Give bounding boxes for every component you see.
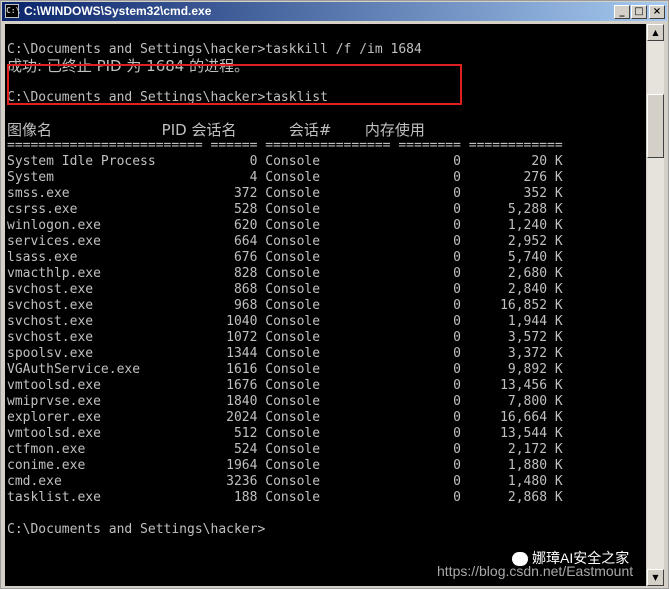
console-line: explorer.exe 2024 Console 0 16,664 K [7, 410, 563, 425]
cmd-icon[interactable]: C:\ [5, 4, 20, 18]
vertical-scrollbar[interactable]: ▲ ▼ [647, 24, 664, 586]
console-line: svchost.exe 1072 Console 0 3,572 K [7, 330, 563, 345]
console-line: csrss.exe 528 Console 0 5,288 K [7, 202, 563, 217]
console-line: svchost.exe 1040 Console 0 1,944 K [7, 314, 563, 329]
console-line: C:\Documents and Settings\hacker>tasklis… [7, 90, 328, 105]
console-line: spoolsv.exe 1344 Console 0 3,372 K [7, 346, 563, 361]
console-line: ctfmon.exe 524 Console 0 2,172 K [7, 442, 563, 457]
console-line: cmd.exe 3236 Console 0 1,480 K [7, 474, 563, 489]
console-line: ========================= ====== =======… [7, 138, 563, 153]
cmd-window: C:\ C:\WINDOWS\System32\cmd.exe _ □ × C:… [0, 0, 669, 589]
console-line: wmiprvse.exe 1840 Console 0 7,800 K [7, 394, 563, 409]
window-title: C:\WINDOWS\System32\cmd.exe [24, 4, 212, 18]
console-line: tasklist.exe 188 Console 0 2,868 K [7, 490, 563, 505]
scroll-down-button[interactable]: ▼ [647, 569, 664, 586]
console-line: winlogon.exe 620 Console 0 1,240 K [7, 218, 563, 233]
scroll-thumb[interactable] [647, 94, 664, 158]
console-lines: C:\Documents and Settings\hacker>taskkil… [7, 42, 563, 538]
console-line: conime.exe 1964 Console 0 1,880 K [7, 458, 563, 473]
console-line: vmtoolsd.exe 1676 Console 0 13,456 K [7, 378, 563, 393]
console-line: C:\Documents and Settings\hacker>taskkil… [7, 42, 422, 57]
console-line: System 4 Console 0 276 K [7, 170, 563, 185]
console-line: VGAuthService.exe 1616 Console 0 9,892 K [7, 362, 563, 377]
console-line: 图像名 PID 会话名 会话# 内存使用 [7, 121, 425, 139]
console-line: vmtoolsd.exe 512 Console 0 13,544 K [7, 426, 563, 441]
watermark-url: https://blog.csdn.net/Eastmount [437, 563, 634, 579]
console-line: lsass.exe 676 Console 0 5,740 K [7, 250, 563, 265]
console-line: 成功: 已终止 PID 为 1684 的进程。 [7, 57, 250, 75]
console-line: System Idle Process 0 Console 0 20 K [7, 154, 563, 169]
console-line: smss.exe 372 Console 0 352 K [7, 186, 563, 201]
console-line: C:\Documents and Settings\hacker> [7, 522, 266, 537]
console-line: vmacthlp.exe 828 Console 0 2,680 K [7, 266, 563, 281]
scroll-up-button[interactable]: ▲ [647, 24, 664, 41]
maximize-button[interactable]: □ [631, 5, 647, 19]
console-line: svchost.exe 968 Console 0 16,852 K [7, 298, 563, 313]
close-button[interactable]: × [649, 5, 665, 19]
console-line: svchost.exe 868 Console 0 2,840 K [7, 282, 563, 297]
console-output[interactable]: C:\Documents and Settings\hacker>taskkil… [5, 24, 646, 586]
minimize-button[interactable]: _ [614, 5, 630, 19]
console-line: services.exe 664 Console 0 2,952 K [7, 234, 563, 249]
title-bar[interactable]: C:\ C:\WINDOWS\System32\cmd.exe _ □ × [2, 2, 667, 21]
